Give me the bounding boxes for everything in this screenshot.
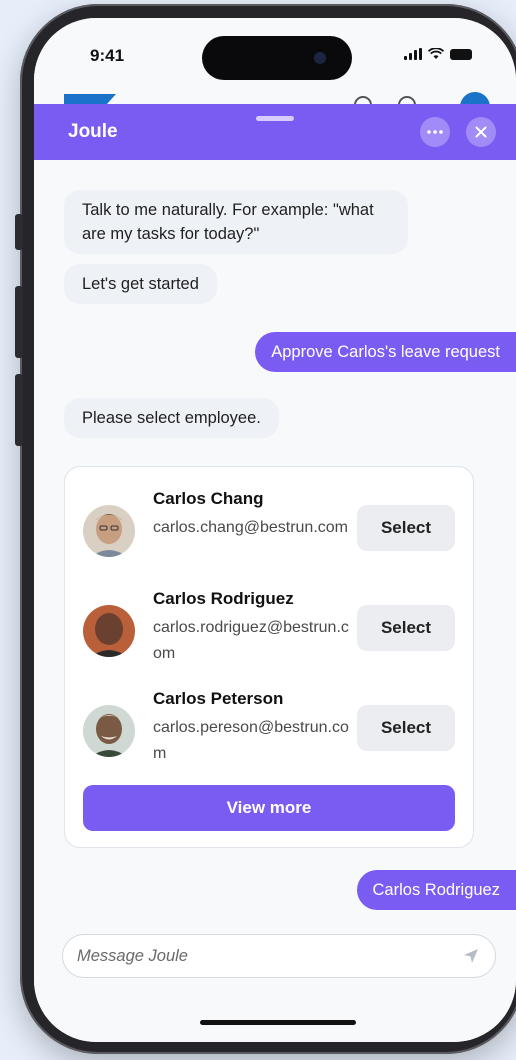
status-time: 9:41: [90, 46, 125, 65]
select-button[interactable]: Select: [357, 605, 455, 651]
more-options-button[interactable]: [420, 117, 450, 147]
close-icon: [475, 126, 487, 138]
employee-avatar: [83, 505, 135, 557]
wifi-icon: [428, 48, 444, 59]
action-button: [15, 214, 23, 250]
employee-name: Carlos Peterson: [153, 689, 284, 708]
bot-message: Talk to me naturally. For example: "what…: [64, 190, 408, 254]
volume-down-button: [15, 374, 23, 446]
employee-name: Carlos Rodriguez: [153, 589, 294, 608]
employee-row: Carlos Rodriguez carlos.rodriguez@bestru…: [83, 589, 455, 679]
select-button[interactable]: Select: [357, 505, 455, 551]
send-icon: [464, 949, 478, 963]
user-message: Approve Carlos's leave request: [255, 332, 516, 372]
bot-message: Please select employee.: [64, 398, 279, 438]
joule-header: Joule: [34, 104, 516, 160]
battery-icon: [450, 48, 472, 60]
message-input-bar: [62, 934, 496, 978]
employee-row: Carlos Peterson carlos.pereson@bestrun.c…: [83, 689, 455, 779]
home-indicator: [200, 1020, 356, 1025]
sheet-grabber[interactable]: [256, 116, 294, 121]
select-button[interactable]: Select: [357, 705, 455, 751]
joule-sheet: Joule Talk to me naturally. For example:…: [34, 104, 516, 1042]
employee-selection-card: Carlos Chang carlos.chang@bestrun.com Se…: [64, 466, 474, 848]
phone-screen: 9:41 Joule Talk to me naturally. For exa…: [34, 18, 516, 1042]
employee-avatar: [83, 705, 135, 757]
employee-avatar: [83, 605, 135, 657]
dynamic-island: [202, 36, 352, 80]
more-horizontal-icon: [427, 130, 443, 134]
signal-icon: [404, 48, 422, 60]
header-title: Joule: [68, 121, 118, 142]
view-more-button[interactable]: View more: [83, 785, 455, 831]
volume-up-button: [15, 286, 23, 358]
status-icons: [404, 48, 472, 60]
employee-row: Carlos Chang carlos.chang@bestrun.com Se…: [83, 489, 455, 579]
bot-message: Let's get started: [64, 264, 217, 304]
user-message: Carlos Rodriguez: [356, 870, 516, 910]
employee-name: Carlos Chang: [153, 489, 264, 508]
send-button[interactable]: [461, 946, 481, 966]
message-input[interactable]: [77, 946, 461, 966]
employee-email: carlos.chang@bestrun.com: [153, 519, 348, 536]
employee-email: carlos.rodriguez@bestrun.com: [153, 619, 349, 662]
close-button[interactable]: [466, 117, 496, 147]
employee-email: carlos.pereson@bestrun.com: [153, 719, 349, 762]
